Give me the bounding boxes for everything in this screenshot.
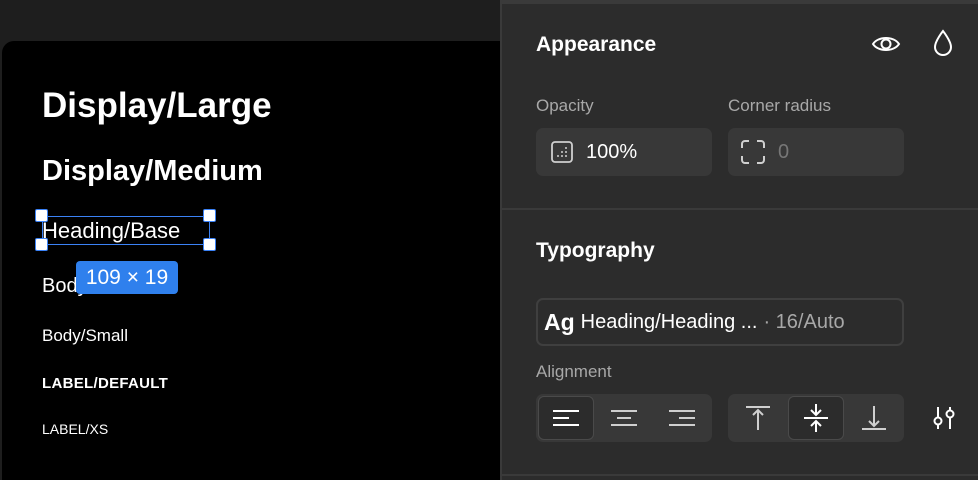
corner-radius-value[interactable]: 0 bbox=[778, 141, 789, 164]
text-style-meta: · 16/Auto bbox=[763, 310, 845, 333]
text-body-small[interactable]: Body/Small bbox=[42, 326, 128, 346]
align-bottom-button[interactable] bbox=[846, 396, 902, 440]
appearance-title: Appearance bbox=[536, 33, 657, 56]
resize-handle-bottom-right[interactable] bbox=[203, 238, 216, 251]
align-middle-button[interactable] bbox=[788, 396, 844, 440]
resize-handle-bottom-left[interactable] bbox=[35, 238, 48, 251]
text-display-large[interactable]: Display/Large bbox=[42, 86, 272, 126]
align-middle-icon bbox=[804, 404, 828, 432]
align-center-button[interactable] bbox=[596, 396, 652, 440]
align-top-icon bbox=[746, 406, 770, 430]
text-style-ag: Ag bbox=[544, 308, 575, 335]
text-label-default[interactable]: LABEL/DEFAULT bbox=[42, 375, 168, 392]
text-style-field[interactable]: Ag Heading/Heading ... · 16/Auto bbox=[536, 298, 904, 346]
text-style-name: Heading/Heading ... bbox=[580, 310, 758, 333]
properties-panel: Appearance Opacity Corner radius 100% 0 … bbox=[500, 0, 978, 480]
opacity-label: Opacity bbox=[536, 96, 594, 115]
align-left-button[interactable] bbox=[538, 396, 594, 440]
typography-title: Typography bbox=[536, 239, 655, 262]
corner-radius-label: Corner radius bbox=[728, 96, 831, 115]
section-divider bbox=[502, 208, 978, 210]
eye-icon[interactable] bbox=[870, 30, 902, 58]
align-right-button[interactable] bbox=[654, 396, 710, 440]
text-label-xs[interactable]: LABEL/XS bbox=[42, 421, 108, 437]
horizontal-alignment-group bbox=[536, 394, 712, 442]
drop-icon[interactable] bbox=[930, 28, 956, 58]
text-settings-icon[interactable] bbox=[930, 404, 958, 432]
vertical-alignment-group bbox=[728, 394, 904, 442]
text-display-medium[interactable]: Display/Medium bbox=[42, 155, 263, 188]
corner-radius-icon bbox=[740, 139, 766, 165]
opacity-field[interactable]: 100% bbox=[536, 128, 712, 176]
resize-handle-top-left[interactable] bbox=[35, 209, 48, 222]
align-bottom-icon bbox=[862, 406, 886, 430]
opacity-value[interactable]: 100% bbox=[586, 141, 637, 164]
align-left-icon bbox=[553, 410, 579, 426]
resize-handle-top-right[interactable] bbox=[203, 209, 216, 222]
corner-radius-field[interactable]: 0 bbox=[728, 128, 904, 176]
panel-top-divider bbox=[502, 0, 978, 4]
align-right-icon bbox=[669, 410, 695, 426]
align-top-button[interactable] bbox=[730, 396, 786, 440]
dimension-badge: 109 × 19 bbox=[76, 261, 178, 294]
alignment-label: Alignment bbox=[536, 362, 612, 381]
selection-box[interactable] bbox=[42, 216, 210, 245]
align-center-icon bbox=[611, 410, 637, 426]
bottom-divider bbox=[502, 474, 978, 476]
opacity-icon bbox=[550, 140, 574, 164]
